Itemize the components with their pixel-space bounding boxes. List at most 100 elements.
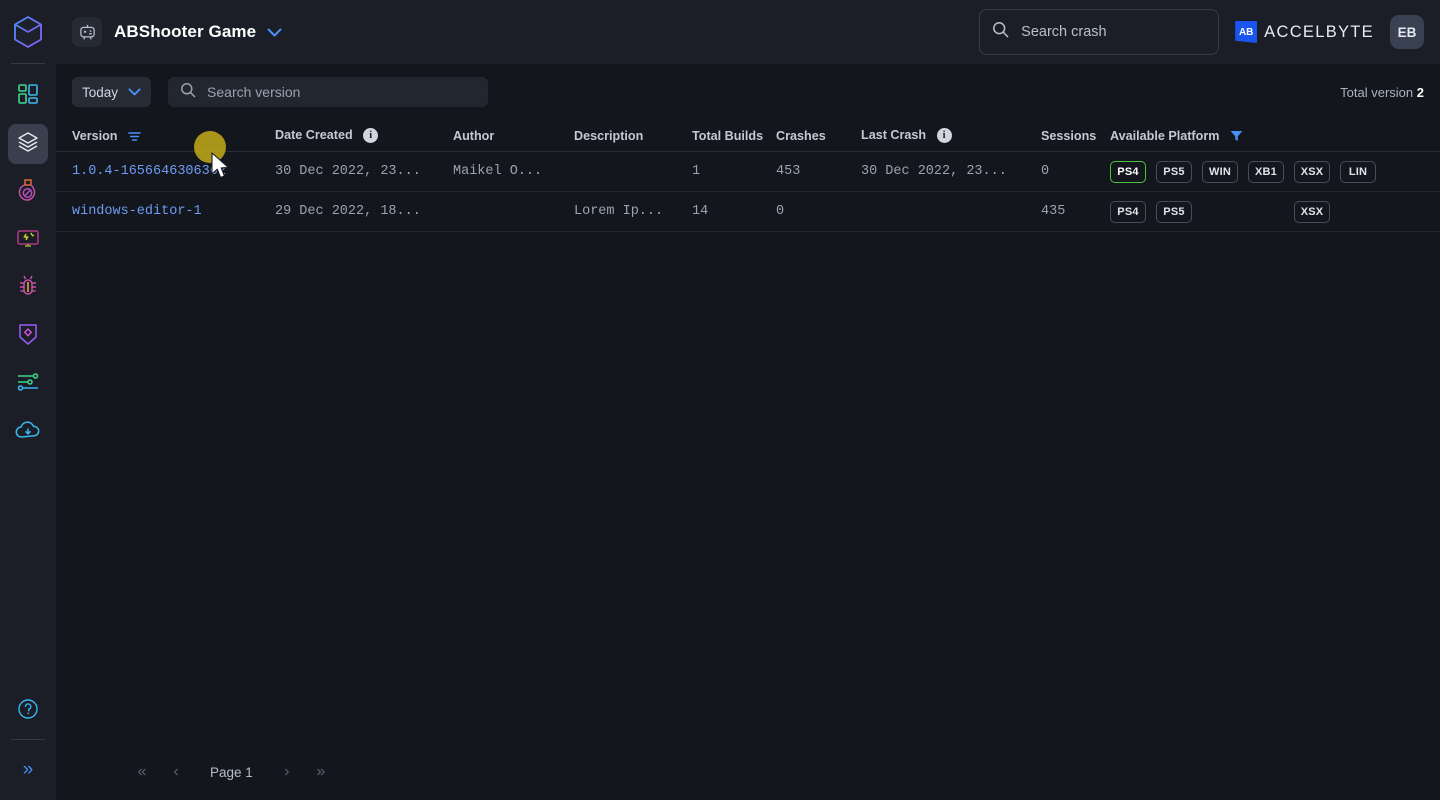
search-version-input[interactable]	[207, 84, 458, 100]
cell-available-platform: PS4 PS5 WIN XB1 XSX LIN	[1110, 160, 1440, 183]
chevron-down-icon	[128, 88, 141, 96]
column-header-date-created-label: Date Created	[275, 127, 353, 142]
cell-total-builds: 14	[692, 204, 709, 219]
sidebar-bottom: »	[0, 691, 56, 800]
pagination-next-button[interactable]: ›	[273, 758, 301, 786]
table-row[interactable]: windows-editor-1 29 Dec 2022, 18... Lore…	[56, 192, 1440, 232]
accelbyte-mark-icon: AB	[1235, 21, 1258, 43]
sidebar-item-help[interactable]	[8, 691, 48, 731]
cell-description: Lorem Ip...	[574, 204, 664, 219]
platform-badge-ps4[interactable]: PS4	[1110, 160, 1146, 183]
potion-flask-icon	[17, 178, 39, 207]
platform-badge-xsx[interactable]: XSX	[1294, 200, 1330, 223]
sidebar-item-builds[interactable]	[8, 124, 48, 164]
filter-bar: Today Total version 2	[56, 64, 1440, 120]
avatar[interactable]: EB	[1390, 15, 1424, 49]
platform-badge-xb1-absent	[1248, 201, 1284, 223]
sidebar-item-settings[interactable]	[8, 364, 48, 404]
column-header-last-crash-label: Last Crash	[861, 127, 927, 142]
table-header-row: Version Date Created i Author Descriptio…	[56, 120, 1440, 152]
cell-date-created: 29 Dec 2022, 18...	[275, 204, 421, 219]
sidebar-divider-bottom	[11, 739, 45, 740]
pagination-page-label: Page 1	[210, 764, 253, 780]
search-version-box[interactable]	[168, 77, 489, 107]
bug-icon	[17, 274, 39, 303]
brand-mark-text: AB	[1238, 26, 1254, 38]
platform-badge-lin[interactable]: LIN	[1340, 160, 1376, 183]
cell-version[interactable]: windows-editor-1	[72, 204, 275, 219]
versions-table: Version Date Created i Author Descriptio…	[56, 120, 1440, 232]
pagination-first-button[interactable]: «	[128, 758, 156, 786]
badge-diamond-icon	[17, 322, 39, 351]
sidebar-item-downloads[interactable]	[8, 412, 48, 452]
date-filter-dropdown[interactable]: Today	[72, 77, 152, 107]
question-circle-icon	[17, 698, 39, 725]
cell-author: Maikel O...	[453, 164, 543, 179]
cell-total-builds: 1	[692, 164, 701, 179]
info-icon[interactable]: i	[363, 128, 379, 144]
sidebar-item-dashboard[interactable]	[8, 76, 48, 116]
table-row[interactable]: 1.0.4-1656646306362 30 Dec 2022, 23... M…	[56, 152, 1440, 192]
total-version-text: Total version	[1340, 84, 1414, 100]
platform-badge-ps4[interactable]: PS4	[1110, 200, 1146, 223]
sidebar-item-achievements[interactable]	[8, 316, 48, 356]
cell-crashes: 0	[776, 204, 785, 219]
cell-sessions: 435	[1041, 204, 1066, 219]
layers-stack-icon	[16, 130, 40, 159]
robot-game-icon	[72, 17, 102, 47]
column-header-sessions[interactable]: Sessions	[1041, 129, 1110, 143]
filter-funnel-icon[interactable]	[1230, 130, 1243, 142]
sidebar-item-potion[interactable]	[8, 172, 48, 212]
platform-badge-xb1[interactable]: XB1	[1248, 160, 1284, 183]
sidebar-divider-top	[11, 63, 45, 64]
cube-logo-icon[interactable]	[8, 12, 48, 52]
column-header-version-label: Version	[72, 128, 118, 143]
app-root: » ABShooter Game Search crash AB ACCELBY…	[0, 0, 1440, 800]
column-header-author[interactable]: Author	[453, 129, 574, 143]
top-bar: ABShooter Game AB ACCEL	[56, 0, 1440, 64]
main-area: ABShooter Game AB ACCEL	[56, 0, 1440, 800]
pagination-last-button[interactable]: »	[307, 758, 335, 786]
column-header-last-crash[interactable]: Last Crash i	[861, 127, 1041, 144]
column-header-total-builds[interactable]: Total Builds	[692, 129, 776, 143]
date-filter-label: Today	[82, 84, 119, 100]
sliders-settings-icon	[16, 372, 40, 397]
platform-badge-lin-absent	[1340, 201, 1376, 223]
sort-filter-icon[interactable]	[128, 131, 141, 142]
total-version-label: Total version 2	[1340, 85, 1424, 100]
column-header-description[interactable]: Description	[574, 129, 692, 143]
cell-available-platform: PS4 PS5 XSX	[1110, 200, 1440, 223]
search-icon	[992, 21, 1009, 43]
topbar-right-group: AB ACCELBYTE EB	[979, 9, 1424, 55]
column-header-version[interactable]: Version	[72, 129, 275, 143]
accelbyte-logo: AB ACCELBYTE	[1235, 21, 1374, 43]
monitor-crash-icon	[16, 226, 40, 255]
column-header-available-platform[interactable]: Available Platform	[1110, 129, 1440, 143]
sidebar-item-bugs[interactable]	[8, 268, 48, 308]
column-header-available-platform-label: Available Platform	[1110, 128, 1220, 143]
platform-badge-win[interactable]: WIN	[1202, 160, 1238, 183]
pagination: « ‹ Page 1 › »	[112, 758, 412, 786]
brand-name: ACCELBYTE	[1264, 22, 1374, 41]
page-title: ABShooter Game	[114, 22, 257, 41]
cell-date-created: 30 Dec 2022, 23...	[275, 164, 421, 179]
platform-badge-ps5[interactable]: PS5	[1156, 200, 1192, 223]
search-icon	[180, 82, 196, 103]
cloud-download-icon	[15, 420, 41, 445]
search-crash-input[interactable]	[1021, 24, 1192, 40]
cell-sessions: 0	[1041, 164, 1050, 179]
sidebar-expand-button[interactable]: »	[8, 750, 48, 790]
column-header-crashes[interactable]: Crashes	[776, 129, 861, 143]
info-icon[interactable]: i	[936, 128, 952, 144]
platform-badge-ps5[interactable]: PS5	[1156, 160, 1192, 183]
column-header-date-created[interactable]: Date Created i	[275, 127, 453, 144]
cell-last-crash: 30 Dec 2022, 23...	[861, 164, 1007, 179]
pagination-prev-button[interactable]: ‹	[162, 758, 190, 786]
sidebar-item-crash-monitor[interactable]	[8, 220, 48, 260]
cell-version[interactable]: 1.0.4-1656646306362	[72, 164, 275, 179]
total-version-count: 2	[1416, 84, 1424, 100]
search-crash-box[interactable]	[979, 9, 1220, 55]
platform-badge-xsx[interactable]: XSX	[1294, 160, 1330, 183]
cell-crashes: 453	[776, 164, 801, 179]
chevron-down-icon[interactable]	[267, 28, 282, 37]
